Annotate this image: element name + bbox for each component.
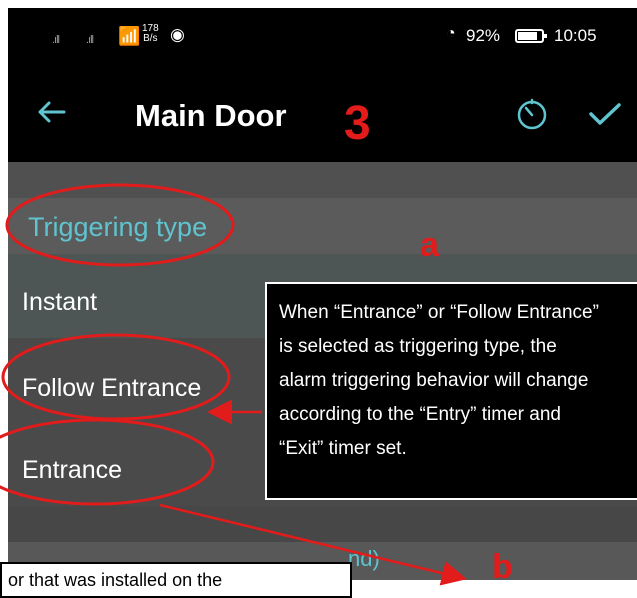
- annotation-label-a: a: [420, 226, 439, 264]
- callout-line: alarm triggering behavior will change: [279, 370, 589, 391]
- check-icon[interactable]: [588, 102, 622, 126]
- section-header: Triggering type: [8, 198, 637, 254]
- callout-line: is selected as triggering type, the: [279, 336, 557, 357]
- app-bar: Main Door 3: [8, 64, 637, 162]
- option-label: Entrance: [22, 456, 123, 484]
- option-label: Instant: [22, 288, 98, 316]
- option-label: Follow Entrance: [22, 374, 202, 402]
- callout-line: When “Entrance” or “Follow Entrance”: [279, 302, 599, 323]
- status-bar: .ıll .ıll 📶 178 B/s ◉ ◔ 92% 10:05: [8, 8, 637, 64]
- callout-line: “Exit” timer set.: [279, 438, 407, 459]
- gauge-icon: ◔: [446, 25, 456, 42]
- wifi-icon: 📶: [118, 26, 141, 46]
- back-arrow-icon[interactable]: [36, 100, 66, 124]
- status-time: 10:05: [554, 26, 597, 45]
- network-speed-unit: B/s: [143, 33, 158, 44]
- section-header-label: Triggering type: [28, 212, 208, 242]
- annotation-step-number: 3: [344, 97, 371, 150]
- page-title: Main Door: [135, 98, 287, 133]
- next-setting-label: nd): [348, 546, 380, 571]
- annotation-label-b: b: [492, 548, 513, 586]
- battery-percent: 92%: [466, 26, 501, 45]
- network-speed: 178 B/s: [142, 24, 159, 44]
- callout-line: according to the “Entry” timer and: [279, 404, 561, 425]
- section-divider-2: [8, 506, 637, 542]
- timer-icon[interactable]: [517, 98, 547, 130]
- section-divider: [8, 162, 637, 198]
- eye-icon: ◉: [170, 25, 185, 44]
- signal-icon-2: .ıll: [86, 34, 94, 46]
- annotation-callout: When “Entrance” or “Follow Entrance” is …: [265, 282, 637, 500]
- annotation-note-box: or that was installed on the: [0, 562, 352, 598]
- signal-icon: .ıll: [52, 34, 60, 46]
- battery-icon: [515, 29, 547, 43]
